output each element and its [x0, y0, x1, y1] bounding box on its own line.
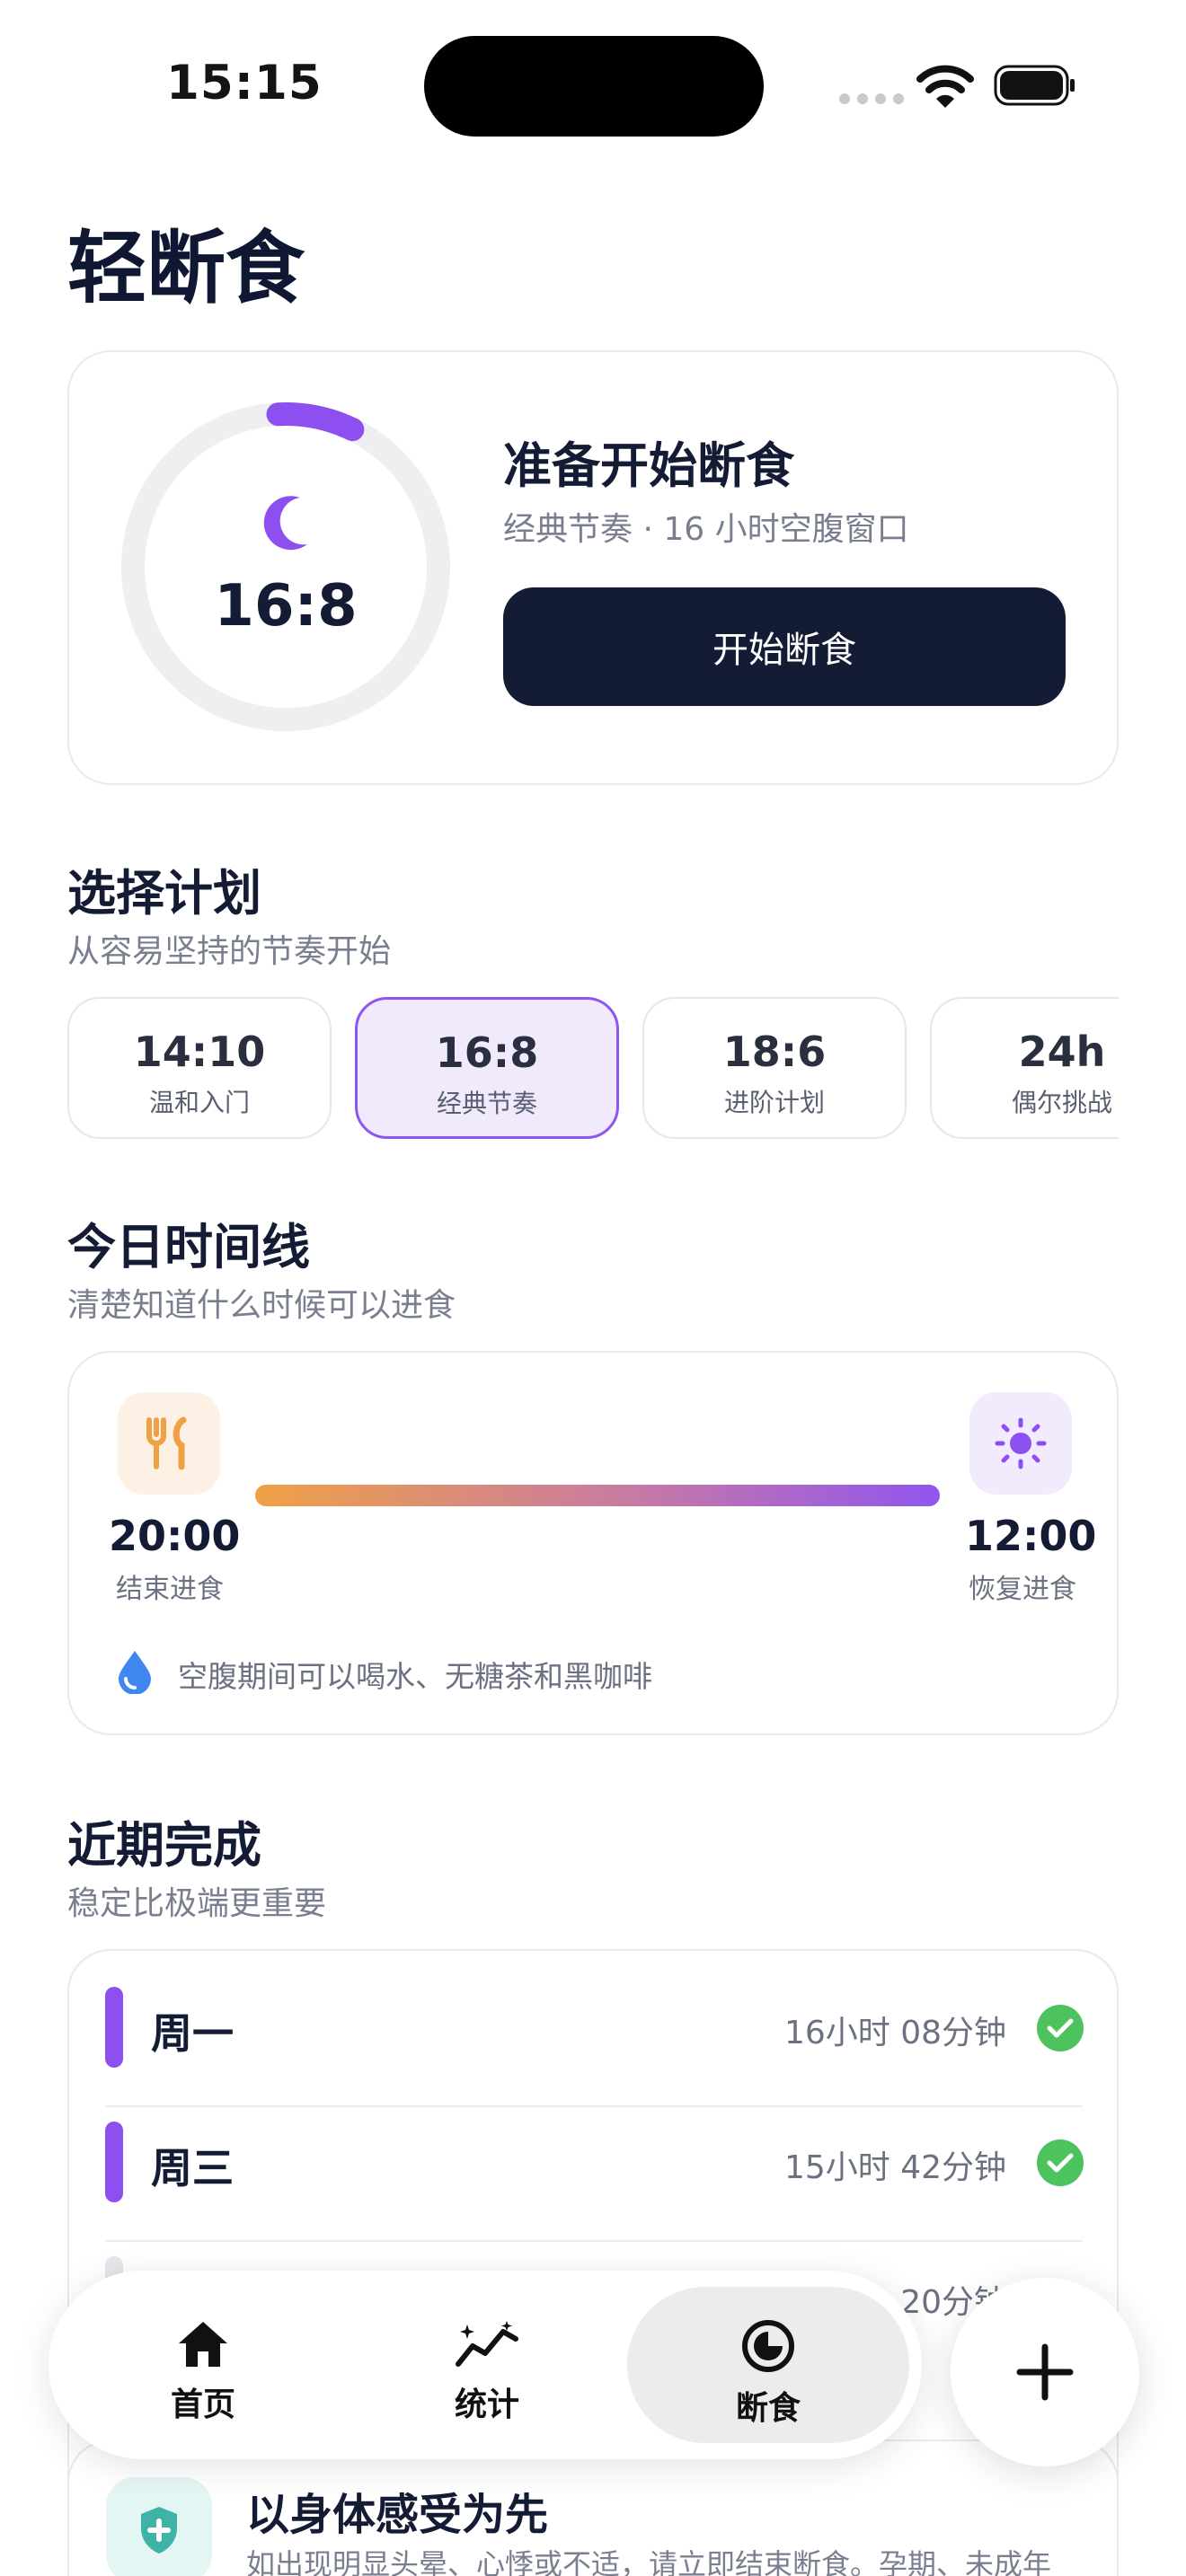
hero-title: 准备开始断食: [503, 437, 794, 494]
plan-value: 14:10: [133, 1028, 266, 1076]
plan-chip-24h[interactable]: 24h 偶尔挑战: [930, 997, 1119, 1139]
nav-label: 首页: [170, 2386, 235, 2423]
row-divider: [105, 2240, 1083, 2242]
plan-value: 18:6: [722, 1028, 827, 1076]
plan-label: 温和入门: [148, 1088, 250, 1117]
dynamic-island: [424, 36, 764, 137]
home-icon: [179, 2322, 227, 2367]
eating-resume-label: 恢复进食: [969, 1574, 1076, 1605]
cellular-signal-icon: [839, 93, 904, 104]
nav-item-fasting[interactable]: 断食: [678, 2319, 858, 2429]
nav-label: 统计: [454, 2386, 519, 2423]
plus-icon: [1016, 2343, 1074, 2401]
recent-row-day: 周三: [151, 2144, 234, 2192]
row-divider: [105, 2105, 1083, 2107]
plans-section-subtitle: 从容易坚持的节奏开始: [67, 933, 392, 970]
ring-plan-label: 16:8: [214, 573, 358, 640]
shield-plus-icon: [106, 2477, 212, 2576]
plan-label: 偶尔挑战: [1011, 1088, 1112, 1117]
plan-label: 经典节奏: [436, 1089, 537, 1118]
nav-item-home[interactable]: 首页: [113, 2319, 293, 2425]
fasting-drinks-note: 空腹期间可以喝水、无糖茶和黑咖啡: [178, 1659, 652, 1694]
plan-value: 16:8: [435, 1028, 539, 1077]
plan-chip-16-8[interactable]: 16:8 经典节奏: [355, 997, 619, 1139]
plan-chip-row: 14:10 温和入门 16:8 经典节奏 18:6 进阶计划 24h 偶尔挑战: [67, 997, 1119, 1141]
recent-row-accent: [105, 2122, 123, 2202]
eating-end-time: 20:00: [109, 1512, 241, 1560]
timeline-section-title: 今日时间线: [67, 1219, 310, 1275]
fasting-progress-ring: [121, 402, 450, 731]
ring-progress-arc: [266, 402, 365, 442]
recent-row-duration: 16小时 08分钟: [783, 2015, 1006, 2051]
timeline-section-subtitle: 清楚知道什么时候可以进食: [67, 1287, 456, 1324]
recent-section-title: 近期完成: [67, 1817, 261, 1874]
wifi-icon: [916, 65, 974, 108]
fasting-window-bar: [255, 1485, 940, 1506]
plan-value: 24h: [1018, 1028, 1106, 1076]
plan-chip-18-6[interactable]: 18:6 进阶计划: [642, 997, 907, 1139]
fasting-icon: [742, 2320, 794, 2372]
sun-icon: [969, 1392, 1072, 1495]
safety-title: 以身体感受为先: [246, 2490, 549, 2540]
eating-resume-time: 12:00: [965, 1512, 1097, 1560]
add-button[interactable]: [951, 2278, 1139, 2466]
eating-end-label: 结束进食: [116, 1574, 224, 1605]
status-time: 15:15: [166, 56, 323, 110]
safety-text: 如出现明显头晕、心悸或不适，请立即结束断食。孕期、未成年: [246, 2547, 1052, 2576]
start-fasting-button[interactable]: 开始断食: [503, 587, 1066, 706]
stats-icon: [456, 2321, 518, 2367]
recent-section-subtitle: 稳定比极端更重要: [67, 1885, 327, 1922]
water-drop-icon: [119, 1651, 151, 1694]
recent-row-duration: 15小时 42分钟: [783, 2149, 1006, 2186]
page-title: 轻断食: [67, 222, 305, 314]
check-icon: [1037, 2005, 1084, 2051]
fork-knife-icon: [118, 1392, 220, 1495]
plan-label: 进阶计划: [723, 1088, 825, 1117]
nav-item-stats[interactable]: 统计: [397, 2319, 577, 2425]
plans-section-title: 选择计划: [67, 865, 261, 922]
check-icon: [1037, 2139, 1084, 2186]
recent-row-accent: [105, 1987, 123, 2068]
nav-label: 断食: [735, 2390, 801, 2427]
recent-row-day: 周一: [151, 2009, 234, 2058]
battery-icon: [994, 65, 1075, 106]
moon-icon: [263, 496, 307, 551]
plan-chip-14-10[interactable]: 14:10 温和入门: [67, 997, 332, 1139]
hero-subtitle: 经典节奏 · 16 小时空腹窗口: [503, 511, 909, 548]
